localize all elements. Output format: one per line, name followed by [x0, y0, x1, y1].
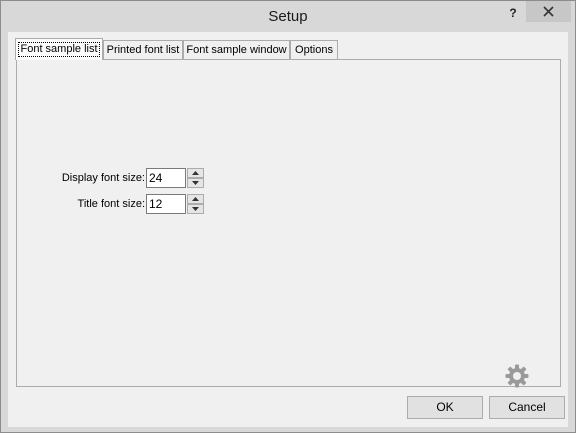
setup-dialog: Setup ? Font sample list Printed font li…: [0, 0, 576, 433]
title-font-size-row: Title font size:: [17, 194, 562, 214]
ok-button[interactable]: OK: [407, 396, 483, 419]
close-icon: [543, 6, 554, 17]
chevron-down-icon: [192, 181, 199, 185]
display-font-size-down-button[interactable]: [187, 178, 204, 188]
title-font-size-up-button[interactable]: [187, 194, 204, 204]
chevron-down-icon: [192, 207, 199, 211]
display-font-size-spinner: [187, 168, 204, 188]
gear-icon: [505, 364, 529, 388]
tab-font-sample-list[interactable]: Font sample list: [15, 38, 103, 60]
window-title: Setup: [268, 8, 308, 25]
display-font-size-row: Display font size:: [17, 168, 562, 188]
tab-label: Font sample list: [18, 42, 100, 57]
help-button[interactable]: ?: [500, 3, 526, 23]
tab-printed-font-list[interactable]: Printed font list: [103, 40, 183, 59]
title-font-size-down-button[interactable]: [187, 204, 204, 214]
tab-font-sample-window[interactable]: Font sample window: [183, 40, 290, 59]
cancel-button[interactable]: Cancel: [489, 396, 565, 419]
close-button[interactable]: [526, 1, 571, 22]
chevron-up-icon: [192, 197, 199, 201]
title-bar: Setup ?: [1, 1, 575, 32]
tab-panel-font-sample-list: Display font size: Title font size:: [16, 59, 562, 388]
title-font-size-spinner: [187, 194, 204, 214]
title-font-size-label: Title font size:: [77, 198, 145, 210]
title-font-size-input[interactable]: [146, 194, 186, 214]
display-font-size-label: Display font size:: [61, 172, 145, 184]
display-font-size-up-button[interactable]: [187, 168, 204, 178]
chevron-up-icon: [192, 171, 199, 175]
display-font-size-input[interactable]: [146, 168, 186, 188]
dialog-client: Font sample list Printed font list Font …: [8, 32, 568, 427]
tab-options[interactable]: Options: [290, 40, 338, 59]
